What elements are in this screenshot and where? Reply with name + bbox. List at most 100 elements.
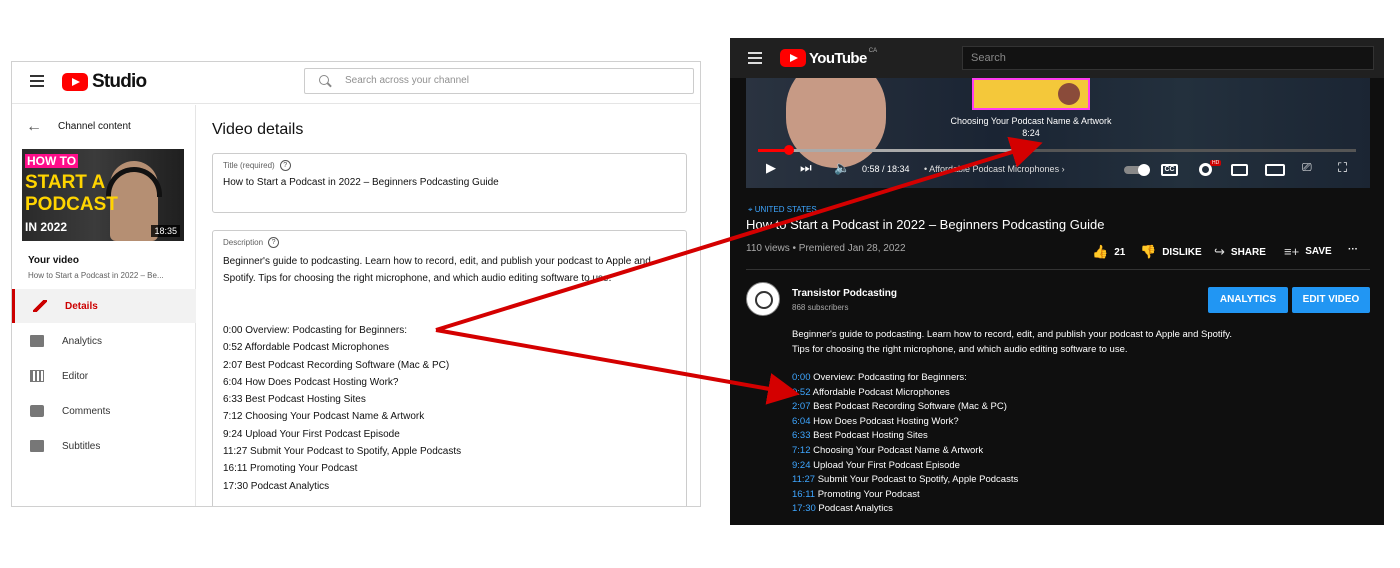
scrubber-handle[interactable] — [784, 145, 794, 155]
youtube-logo[interactable]: YouTube CA — [780, 48, 877, 67]
title-field-value[interactable]: How to Start a Podcast in 2022 – Beginne… — [223, 177, 499, 188]
next-icon[interactable]: ⏭ — [800, 160, 812, 176]
current-chapter-text: Affordable Podcast Microphones — [929, 164, 1060, 174]
hover-preview-thumbnail — [972, 78, 1090, 110]
autoplay-toggle[interactable] — [1124, 164, 1150, 176]
chapter-line: 9:24 Upload Your First Podcast Episode — [792, 459, 1018, 474]
back-label: Channel content — [58, 121, 131, 132]
play-icon[interactable]: ▶ — [766, 160, 776, 176]
comments-icon — [30, 405, 44, 417]
hover-time-tooltip: 8:24 — [1022, 128, 1040, 138]
save-label: SAVE — [1305, 246, 1332, 257]
chapter-line: 17:30 Podcast Analytics — [792, 502, 1018, 517]
fullscreen-icon[interactable]: ⛶ — [1338, 160, 1347, 176]
youtube-search-input[interactable]: Search — [962, 46, 1374, 70]
save-button[interactable]: ≡+ SAVE — [1284, 244, 1332, 259]
analytics-button[interactable]: ANALYTICS — [1208, 287, 1288, 313]
video-title: How to Start a Podcast in 2022 – Beginne… — [746, 217, 1105, 232]
channel-avatar[interactable] — [746, 282, 780, 316]
volume-icon[interactable]: 🔈 — [834, 160, 850, 176]
chapter-line: 6:04 How Does Podcast Hosting Work? — [792, 415, 1018, 430]
hover-chapter-tooltip: Choosing Your Podcast Name & Artwork — [950, 116, 1112, 126]
location-tag[interactable]: ⌖ UNITED STATES — [748, 205, 817, 215]
chapter-timestamp-link[interactable]: 16:11 — [792, 489, 815, 500]
help-icon[interactable]: ? — [268, 237, 280, 248]
current-chapter-button[interactable]: • Affordable Podcast Microphones › — [924, 164, 1065, 174]
share-button[interactable]: ↪ SHARE — [1214, 244, 1266, 260]
chapter-timestamp-link[interactable]: 9:24 — [792, 460, 811, 471]
chapter-label: Affordable Podcast Microphones — [812, 386, 950, 398]
sidebar-item-label: Analytics — [62, 335, 103, 347]
channel-subscribers: 868 subscribers — [792, 303, 849, 312]
chapter-line: 7:12 Choosing Your Podcast Name & Artwor… — [792, 444, 1018, 459]
more-options-icon[interactable]: ··· — [1348, 244, 1358, 255]
sidebar-item-comments[interactable]: Comments — [12, 394, 196, 428]
back-to-channel-content[interactable]: ← Channel content — [26, 118, 131, 134]
youtube-header: YouTube CA Search — [730, 38, 1384, 78]
back-arrow-icon[interactable]: ← — [26, 118, 42, 134]
cast-icon[interactable]: ⎚ — [1302, 160, 1312, 175]
youtube-watch-page: YouTube CA Search Choosing Your Podcast … — [730, 38, 1384, 525]
studio-window: Studio Search across your channel ← Chan… — [11, 61, 701, 507]
description-chapter-list[interactable]: 0:00 Overview: Podcasting for Beginners:… — [223, 322, 461, 495]
chapter-label: Overview: Podcasting for Beginners: — [813, 372, 967, 383]
dislike-button[interactable]: 👎 DISLIKE — [1140, 244, 1202, 260]
miniplayer-icon[interactable] — [1231, 164, 1248, 176]
chapter-timestamp-link[interactable]: 11:27 — [792, 474, 815, 485]
video-thumbnail[interactable]: HOW TO START A PODCAST IN 2022 18:35 — [22, 149, 184, 241]
like-button[interactable]: 👍 21 — [1092, 244, 1125, 260]
theater-mode-icon[interactable] — [1265, 164, 1285, 176]
chapter-label: Promoting Your Podcast — [817, 488, 920, 500]
subtitles-icon — [30, 440, 44, 452]
video-player[interactable]: Choosing Your Podcast Name & Artwork 8:2… — [746, 78, 1370, 188]
thumbnail-duration: 18:35 — [151, 225, 180, 237]
description-field[interactable]: Description ? Beginner's guide to podcas… — [212, 230, 687, 506]
chapter-line: 7:12 Choosing Your Podcast Name & Artwor… — [223, 411, 425, 423]
thumbnail-text-2: START A — [25, 172, 106, 193]
menu-icon[interactable] — [30, 75, 44, 87]
search-placeholder: Search across your channel — [345, 75, 469, 86]
studio-header: Studio Search across your channel — [12, 62, 700, 104]
share-label: SHARE — [1230, 246, 1266, 258]
sidebar-item-subtitles[interactable]: Subtitles — [12, 429, 196, 463]
chevron-right-icon: › — [1061, 164, 1065, 174]
edit-video-button[interactable]: EDIT VIDEO — [1292, 287, 1370, 313]
video-description: Beginner's guide to podcasting. Learn ho… — [792, 329, 1232, 355]
dislike-label: DISLIKE — [1162, 246, 1202, 258]
sidebar-item-details[interactable]: Details — [12, 289, 196, 323]
chapter-timestamp-link[interactable]: 7:12 — [792, 445, 811, 456]
sidebar-item-editor[interactable]: Editor — [12, 359, 196, 393]
help-icon[interactable]: ? — [279, 160, 291, 171]
captions-button[interactable]: CC — [1161, 164, 1178, 176]
chapter-timestamp-link[interactable]: 2:07 — [792, 401, 811, 412]
chapter-timestamp-link[interactable]: 17:30 — [792, 503, 816, 514]
sidebar-item-label: Comments — [62, 405, 111, 417]
youtube-play-icon — [780, 49, 806, 67]
chapter-timestamp-link[interactable]: 0:00 — [792, 372, 811, 383]
title-label-text: Title (required) — [223, 161, 275, 170]
progress-bar[interactable] — [758, 145, 1356, 155]
description-intro[interactable]: Beginner's guide to podcasting. Learn ho… — [223, 253, 653, 287]
sidebar-item-analytics[interactable]: Analytics — [12, 324, 196, 358]
thumbs-down-icon: 👎 — [1140, 244, 1157, 259]
progress-hover-segment — [789, 149, 1028, 152]
composite-screenshot: Studio Search across your channel ← Chan… — [0, 0, 1400, 568]
chapter-label: Choosing Your Podcast Name & Artwork — [813, 444, 984, 456]
menu-icon[interactable] — [748, 52, 762, 64]
chapter-timestamp-link[interactable]: 6:33 — [792, 430, 811, 441]
analytics-icon — [30, 335, 44, 347]
studio-search-input[interactable]: Search across your channel — [304, 68, 694, 94]
chapter-timestamp-link[interactable]: 6:04 — [792, 416, 811, 427]
title-field[interactable]: Title (required) ? How to Start a Podcas… — [212, 153, 687, 213]
chapter-line: 9:24 Upload Your First Podcast Episode — [223, 428, 400, 440]
time-display: 0:58 / 18:34 — [862, 164, 910, 174]
thumbs-up-icon: 👍 — [1092, 244, 1109, 259]
chapter-timestamp-link[interactable]: 0:52 — [792, 387, 811, 398]
description-chapter-list: 0:00 Overview: Podcasting for Beginners:… — [792, 371, 1018, 517]
chapter-label: Submit Your Podcast to Spotify, Apple Po… — [817, 474, 1019, 486]
studio-logo[interactable]: Studio — [62, 71, 147, 93]
channel-name[interactable]: Transistor Podcasting — [792, 288, 897, 299]
location-text: UNITED STATES — [754, 205, 817, 214]
sidebar-item-label: Editor — [62, 370, 89, 382]
sidebar-item-label: Details — [65, 300, 98, 312]
